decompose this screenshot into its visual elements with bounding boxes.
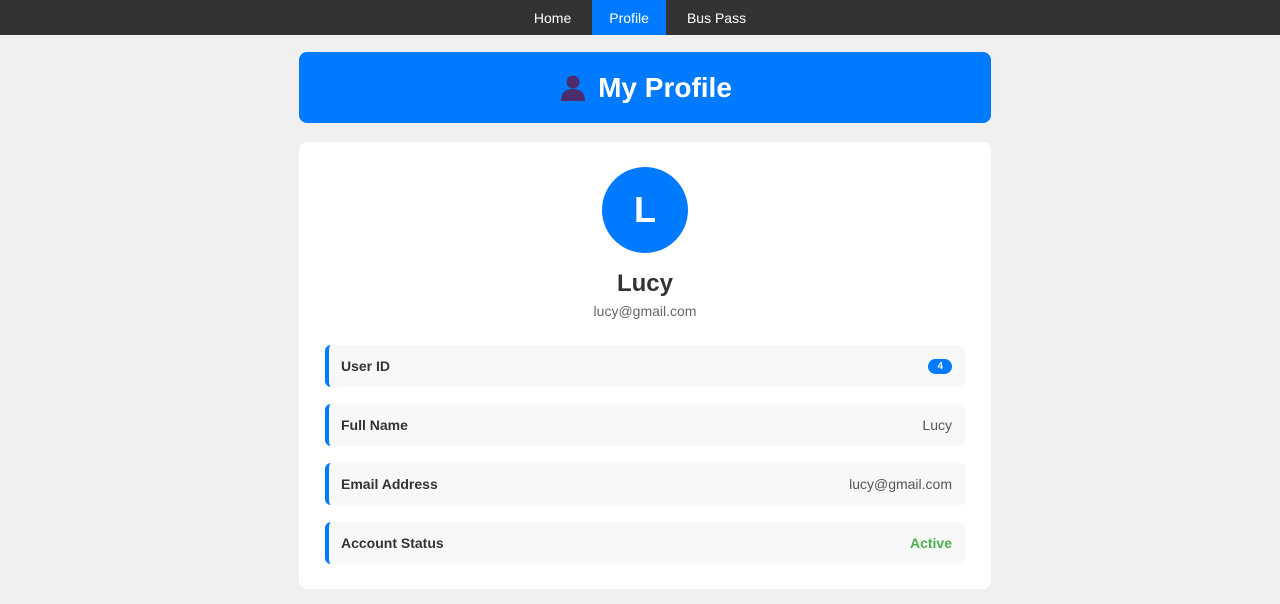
info-row-user-id: User ID 4 bbox=[325, 345, 965, 387]
info-value: lucy@gmail.com bbox=[849, 476, 952, 492]
info-label: Full Name bbox=[341, 417, 408, 433]
info-label: Account Status bbox=[341, 535, 444, 551]
page-header-banner: My Profile bbox=[299, 52, 991, 123]
status-badge: Active bbox=[909, 535, 952, 551]
info-row-full-name: Full Name Lucy bbox=[325, 404, 965, 446]
avatar: L bbox=[602, 167, 688, 253]
page-title: My Profile bbox=[598, 71, 732, 103]
profile-name: Lucy bbox=[616, 270, 673, 297]
info-row-account-status: Account Status Active bbox=[325, 522, 965, 564]
profile-card: L Lucy lucy@gmail.com User ID 4 Full Nam… bbox=[299, 142, 991, 589]
nav-link-home[interactable]: Home bbox=[513, 0, 592, 35]
info-value: Lucy bbox=[922, 417, 952, 433]
info-row-email: Email Address lucy@gmail.com bbox=[325, 463, 965, 505]
bust-in-silhouette-icon bbox=[561, 75, 586, 101]
nav-link-bus-pass[interactable]: Bus Pass bbox=[666, 0, 767, 35]
nav-link-profile[interactable]: Profile bbox=[592, 0, 666, 35]
top-navbar: Home Profile Bus Pass bbox=[0, 0, 1280, 35]
info-label: Email Address bbox=[341, 476, 438, 492]
profile-email: lucy@gmail.com bbox=[593, 303, 697, 319]
info-label: User ID bbox=[341, 358, 391, 374]
user-id-badge: 4 bbox=[928, 358, 952, 374]
